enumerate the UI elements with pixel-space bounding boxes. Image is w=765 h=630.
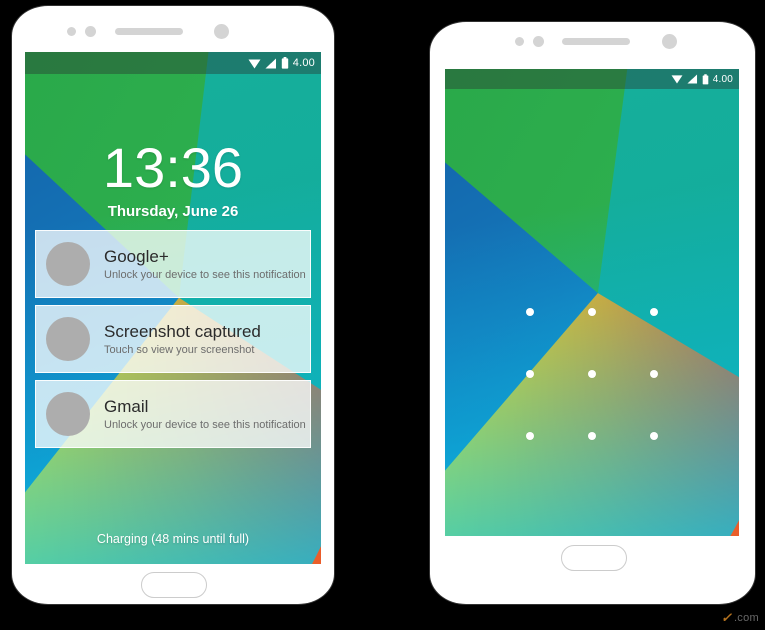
watermark: ✓ .com — [720, 610, 759, 626]
light-sensor-icon — [533, 36, 544, 47]
wifi-icon — [248, 59, 261, 68]
home-button-icon[interactable] — [141, 572, 207, 598]
watermark-text: .com — [733, 612, 759, 624]
app-avatar-icon — [46, 317, 90, 361]
phone-device-right: 4.00 — [430, 22, 755, 604]
light-sensor-icon — [85, 26, 96, 37]
status-bar-left: 4.00 — [25, 52, 321, 74]
notification-app-title: Google+ — [104, 246, 169, 266]
phone-right-screen[interactable]: 4.00 — [445, 69, 739, 536]
notification-message: Unlock your device to see this notificat… — [104, 419, 306, 432]
home-button-icon[interactable] — [561, 545, 627, 571]
pattern-lock-dot-icon[interactable] — [650, 432, 658, 440]
notification-app-title: Gmail — [104, 396, 149, 416]
scene-root: 4.00 13:36 Thursday, June 26 Google+ Unl… — [0, 0, 765, 630]
notification-card[interactable]: Gmail Unlock your device to see this not… — [35, 380, 311, 448]
watermark-logo-icon: ✓ — [720, 610, 735, 625]
pattern-lock-dot-icon[interactable] — [526, 370, 534, 378]
pattern-lock-dot-icon[interactable] — [526, 432, 534, 440]
phone-device-left: 4.00 13:36 Thursday, June 26 Google+ Unl… — [12, 6, 334, 604]
front-camera-icon — [662, 34, 677, 49]
notification-list: Google+ Unlock your device to see this n… — [35, 230, 311, 455]
app-avatar-icon — [46, 392, 90, 436]
notification-message: Touch so view your screenshot — [104, 344, 255, 357]
notification-text-block: Gmail Unlock your device to see this not… — [104, 397, 306, 432]
notification-card[interactable]: Google+ Unlock your device to see this n… — [35, 230, 311, 298]
pattern-lock-dot-icon[interactable] — [650, 370, 658, 378]
pattern-lock-dot-icon[interactable] — [588, 308, 596, 316]
earpiece-speaker-icon — [115, 28, 183, 35]
earpiece-speaker-icon — [562, 38, 630, 45]
phone-left-screen[interactable]: 4.00 13:36 Thursday, June 26 Google+ Unl… — [25, 52, 321, 564]
front-camera-icon — [214, 24, 229, 39]
battery-icon — [702, 73, 709, 84]
wifi-icon — [671, 75, 683, 84]
charging-status-text: Charging (48 mins until full) — [96, 532, 250, 546]
proximity-sensor-icon — [67, 27, 76, 36]
status-bar-right: 4.00 — [445, 69, 739, 89]
signal-bars-icon — [265, 58, 276, 68]
signal-bars-icon — [687, 74, 697, 84]
pattern-lock-dot-icon[interactable] — [588, 432, 596, 440]
status-bar-clock: 4.00 — [712, 73, 733, 85]
app-avatar-icon — [46, 242, 90, 286]
notification-text-block: Screenshot captured Touch so view your s… — [104, 322, 261, 357]
pattern-lock-dot-icon[interactable] — [588, 370, 596, 378]
status-bar-clock: 4.00 — [292, 57, 315, 69]
notification-card[interactable]: Screenshot captured Touch so view your s… — [35, 305, 311, 373]
battery-icon — [281, 57, 288, 69]
notification-app-title: Screenshot captured — [104, 321, 261, 341]
pattern-lock-dot-icon[interactable] — [526, 308, 534, 316]
notification-text-block: Google+ Unlock your device to see this n… — [104, 247, 306, 282]
proximity-sensor-icon — [515, 37, 524, 46]
pattern-lock-grid[interactable] — [499, 281, 685, 467]
notification-message: Unlock your device to see this notificat… — [104, 269, 306, 282]
pattern-lock-dot-icon[interactable] — [650, 308, 658, 316]
